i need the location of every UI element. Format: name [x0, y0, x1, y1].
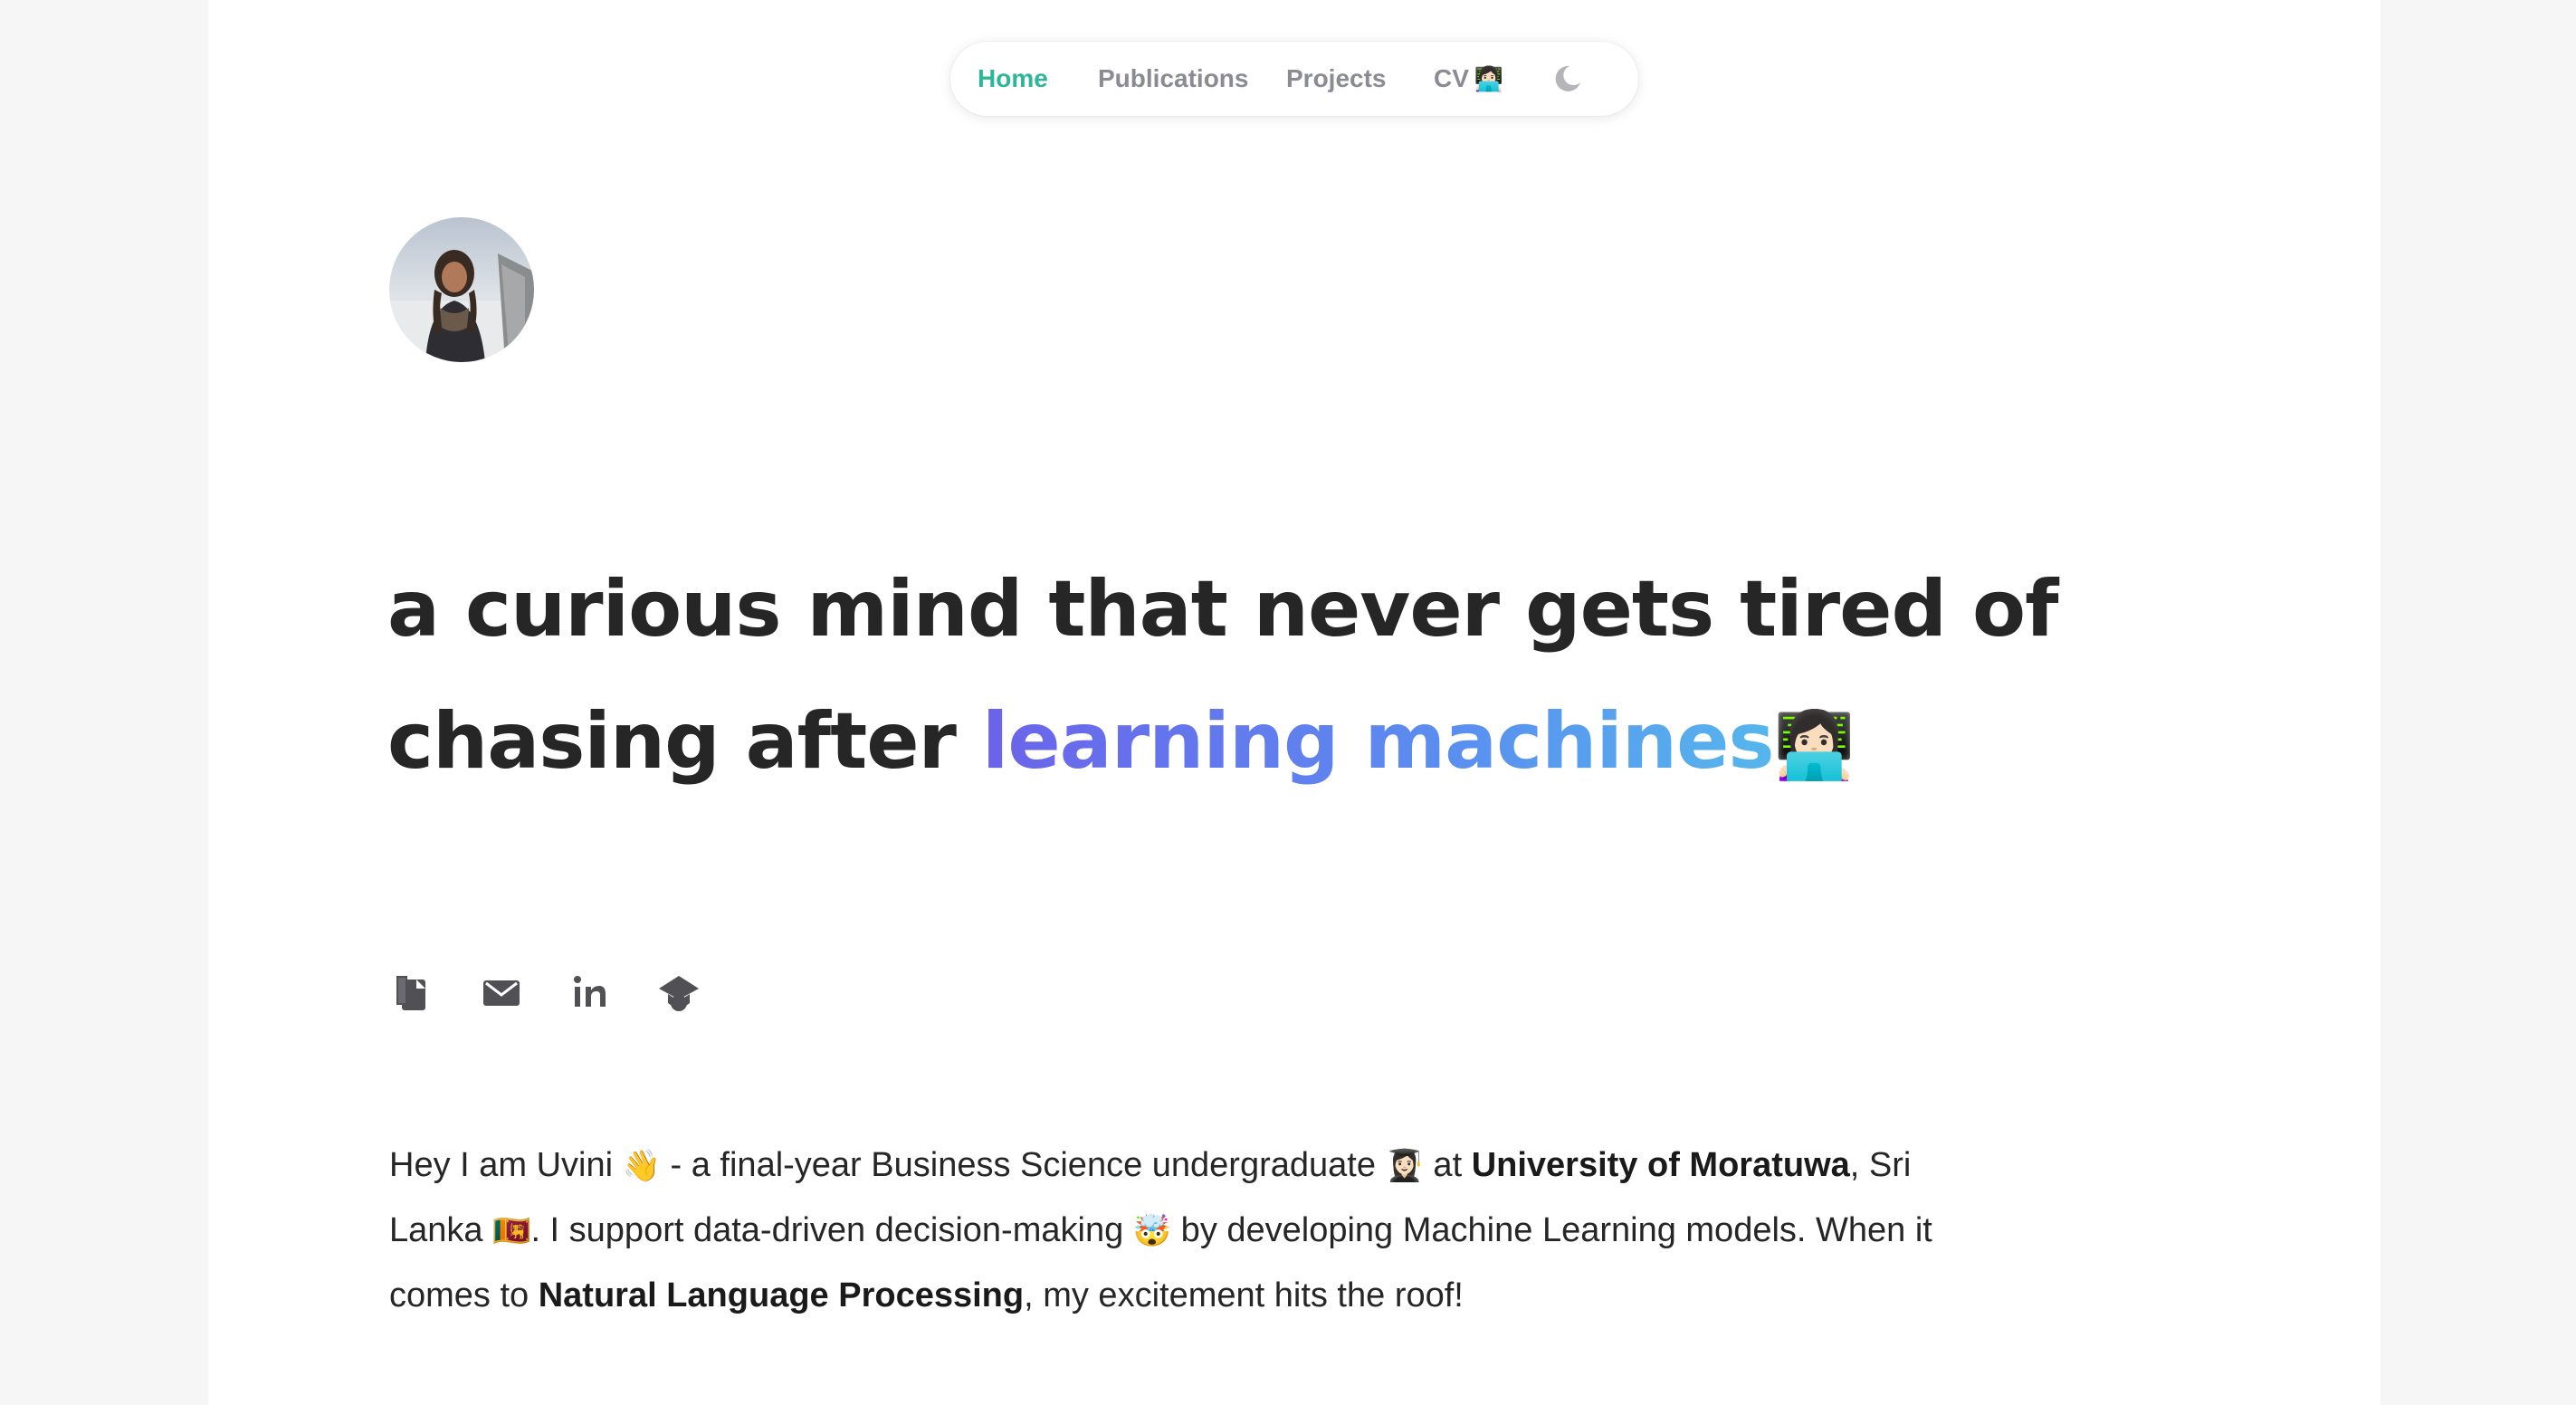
bio-text: , my excitement hits the roof!	[1024, 1276, 1464, 1314]
student-emoji: 👩🏻‍🎓	[1385, 1149, 1424, 1183]
waving-hand-emoji: 👋	[622, 1149, 661, 1183]
email-icon[interactable]	[478, 969, 525, 1016]
google-scholar-paper-icon[interactable]	[389, 969, 436, 1016]
page-container: Home Publications Projects CV👩🏻‍💻	[208, 0, 2380, 1405]
nav-cv-label: CV	[1434, 64, 1469, 92]
nav-home-link[interactable]: Home	[978, 64, 1048, 93]
avatar	[389, 217, 534, 362]
headline-line2-prefix: chasing after	[387, 696, 982, 787]
university-name: University of Moratuwa	[1471, 1146, 1850, 1184]
mind-blown-emoji: 🤯	[1132, 1214, 1172, 1248]
nav-projects-link[interactable]: Projects	[1286, 64, 1387, 93]
graduation-cap-icon[interactable]	[655, 969, 702, 1016]
nav-cv-link[interactable]: CV 👩🏻‍💻	[1434, 64, 1503, 93]
bio-text: . I support data-driven decision-making	[530, 1211, 1133, 1249]
bio-text: Hey I am Uvini	[389, 1146, 623, 1184]
headline-highlight: learning machines	[981, 696, 1775, 787]
top-navigation: Home Publications Projects CV 👩🏻‍💻	[950, 42, 1638, 116]
headline-line1: a curious mind that never gets tired of	[387, 564, 2058, 655]
page-title: a curious mind that never gets tired of …	[387, 543, 2107, 811]
moon-icon[interactable]	[1551, 62, 1584, 95]
nav-publications-link[interactable]: Publications	[1098, 64, 1248, 93]
linkedin-icon[interactable]	[566, 969, 613, 1016]
profile-photo	[389, 217, 534, 362]
bio-paragraph: Hey I am Uvini 👋 - a final-year Business…	[389, 1133, 1946, 1328]
technologist-emoji: 👩🏻‍💻	[1773, 707, 1856, 783]
sri-lanka-flag-emoji: 🇱🇰	[492, 1214, 531, 1248]
nlp-highlight: Natural Language Processing	[538, 1276, 1025, 1314]
technologist-emoji: 👩🏻‍💻	[1474, 65, 1504, 92]
bio-text: at	[1423, 1146, 1472, 1184]
bio-text: - a final-year Business Science undergra…	[660, 1146, 1386, 1184]
